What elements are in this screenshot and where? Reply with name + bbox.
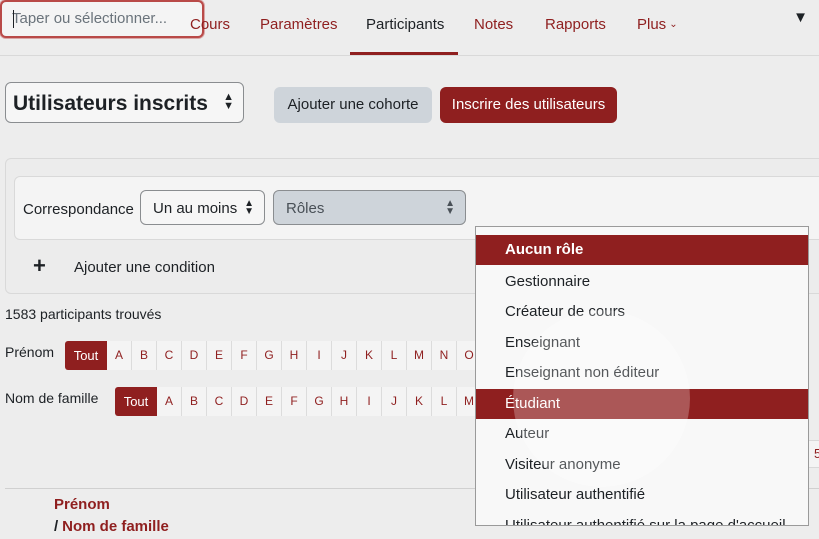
initial-letter-button[interactable]: M [407, 341, 432, 370]
header-separator: / [54, 518, 59, 535]
add-condition-button[interactable]: Ajouter une condition [74, 259, 215, 276]
initial-all-button[interactable]: Tout [65, 341, 107, 370]
select-updown-icon: ▲ ▼ [223, 91, 234, 112]
initial-letter-button[interactable]: J [332, 341, 357, 370]
role-option[interactable]: Utilisateur authentifié sur la page d'ac… [476, 511, 808, 525]
add-cohort-button[interactable]: Ajouter une cohorte [274, 87, 432, 123]
initial-letter-button[interactable]: J [382, 387, 407, 416]
initial-letter-button[interactable]: E [207, 341, 232, 370]
tab-rapports[interactable]: Rapports [545, 16, 606, 33]
initial-letter-button[interactable]: I [307, 341, 332, 370]
match-select-value: Un au moins [153, 200, 238, 217]
initial-letter-button[interactable]: H [282, 341, 307, 370]
roles-input-placeholder: Taper ou sélectionner... [12, 10, 168, 27]
role-option[interactable]: Aucun rôle [476, 235, 808, 265]
course-secondary-nav: Cours Paramètres Participants Notes Rapp… [0, 0, 819, 56]
roles-dropdown-list: Aucun rôle Gestionnaire Créateur de cours E… [475, 226, 809, 526]
dropdown-triangle-icon[interactable]: ▼ [793, 9, 808, 26]
initial-letter-button[interactable]: I [357, 387, 382, 416]
initial-letter-button[interactable]: N [432, 341, 457, 370]
enrolled-users-select[interactable]: Utilisateurs inscrits ▲ ▼ [5, 82, 244, 123]
role-option[interactable]: Visiteur anonyme [476, 450, 808, 480]
initial-letter-button[interactable]: F [232, 341, 257, 370]
initial-letter-button[interactable]: L [432, 387, 457, 416]
tab-cours[interactable]: Cours [190, 16, 230, 33]
role-option[interactable]: Étudiant [476, 389, 808, 419]
column-header-lastname: / Nom de famille [54, 518, 169, 535]
match-label: Correspondance [23, 201, 134, 218]
enrolled-users-select-value: Utilisateurs inscrits [13, 92, 208, 115]
active-tab-indicator [350, 52, 458, 55]
lastname-initials-label: Nom de famille [5, 390, 99, 406]
enrol-users-button[interactable]: Inscrire des utilisateurs [440, 87, 617, 123]
lastname-initials-bar: Tout ABCDEFGHIJKLM [115, 387, 482, 416]
initial-letter-button[interactable]: E [257, 387, 282, 416]
firstname-initials-label: Prénom [5, 344, 55, 360]
select-updown-icon: ▲ ▼ [244, 198, 254, 217]
tab-notes[interactable]: Notes [474, 16, 513, 33]
initial-letter-button[interactable]: A [107, 341, 132, 370]
tab-plus[interactable]: Plus ⌄ [637, 16, 678, 33]
tab-participants[interactable]: Participants [366, 16, 444, 33]
role-option[interactable]: Gestionnaire [476, 267, 808, 297]
initial-letter-button[interactable]: F [282, 387, 307, 416]
initial-letter-button[interactable]: B [182, 387, 207, 416]
initial-letter-button[interactable]: B [132, 341, 157, 370]
tab-plus-label: Plus [637, 16, 667, 33]
select-updown-icon: ▲ ▼ [445, 198, 455, 217]
initial-letter-button[interactable]: K [407, 387, 432, 416]
initial-letter-button[interactable]: C [157, 341, 182, 370]
role-option[interactable]: Auteur [476, 419, 808, 449]
column-header-firstname[interactable]: Prénom [54, 496, 110, 513]
initial-letter-button[interactable]: D [182, 341, 207, 370]
initial-letter-button[interactable]: G [257, 341, 282, 370]
column-header-lastname-link[interactable]: Nom de famille [62, 518, 169, 535]
initial-letter-button[interactable]: L [382, 341, 407, 370]
role-option[interactable]: Créateur de cours [476, 297, 808, 327]
text-cursor [13, 10, 14, 28]
filter-type-select[interactable]: Rôles ▲ ▼ [273, 190, 466, 225]
firstname-initials-bar: Tout ABCDEFGHIJKLMNO [65, 341, 482, 370]
role-option[interactable]: Utilisateur authentifié [476, 480, 808, 510]
chevron-down-icon: ⌄ [669, 19, 678, 30]
role-option[interactable]: Enseignant non éditeur [476, 358, 808, 388]
initial-letter-button[interactable]: A [157, 387, 182, 416]
role-option[interactable]: Enseignant [476, 328, 808, 358]
initial-letter-button[interactable]: H [332, 387, 357, 416]
initial-letter-button[interactable]: G [307, 387, 332, 416]
participants-count: 1583 participants trouvés [5, 306, 162, 322]
tab-parametres[interactable]: Paramètres [260, 16, 338, 33]
initial-all-button[interactable]: Tout [115, 387, 157, 416]
plus-icon[interactable]: + [33, 255, 46, 277]
match-select[interactable]: Un au moins ▲ ▼ [140, 190, 265, 225]
initial-letter-button[interactable]: D [232, 387, 257, 416]
filter-type-value: Rôles [286, 200, 325, 217]
initial-letter-button[interactable]: K [357, 341, 382, 370]
initial-letter-button[interactable]: C [207, 387, 232, 416]
